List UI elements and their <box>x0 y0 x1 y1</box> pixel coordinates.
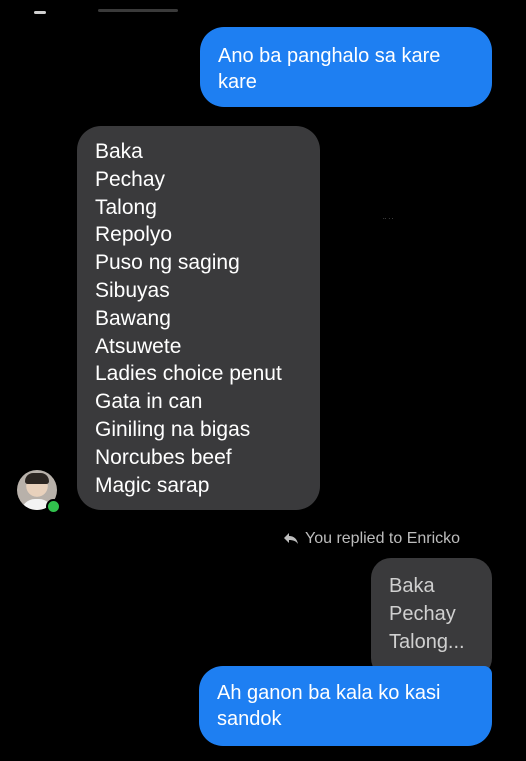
avatar-hair <box>25 473 49 484</box>
incoming-message-bubble[interactable]: Baka Pechay Talong Repolyo Puso ng sagin… <box>77 126 320 510</box>
list-item: Repolyo <box>95 223 173 247</box>
list-item: Bawang <box>95 306 171 330</box>
list-item: Magic sarap <box>95 473 210 497</box>
list-item: Giniling na bigas <box>95 417 251 441</box>
list-item: Gata in can <box>95 390 203 414</box>
quoted-line: Baka <box>389 575 435 597</box>
list-item: Pechay <box>95 167 166 191</box>
outgoing-reply-text: Ah ganon ba kala ko kasi sandok <box>217 682 441 730</box>
list-item: Ladies choice penut <box>95 362 282 386</box>
quoted-line: Pechay <box>389 603 456 625</box>
outgoing-message-text: Ano ba panghalo sa kare kare <box>218 45 441 93</box>
list-item: Talong <box>95 195 157 219</box>
watermark: ·· · · <box>383 216 394 222</box>
status-bar-divider <box>98 9 178 12</box>
quoted-message-bubble[interactable]: Baka Pechay Talong... <box>371 558 492 678</box>
online-status-dot <box>46 499 61 514</box>
list-item: Sibuyas <box>95 278 170 302</box>
list-item: Baka <box>95 140 143 163</box>
list-item: Norcubes beef <box>95 445 232 469</box>
list-item: Atsuwete <box>95 334 182 358</box>
list-item: Puso ng saging <box>95 251 240 275</box>
reply-indicator: You replied to Enricko <box>283 529 460 549</box>
reply-indicator-text: You replied to Enricko <box>305 530 461 547</box>
status-bar-mark <box>34 11 46 14</box>
outgoing-message-bubble[interactable]: Ano ba panghalo sa kare kare <box>200 27 492 107</box>
outgoing-reply-bubble[interactable]: Ah ganon ba kala ko kasi sandok <box>199 666 492 746</box>
reply-arrow-icon <box>284 533 298 544</box>
quoted-line: Talong... <box>389 631 465 653</box>
